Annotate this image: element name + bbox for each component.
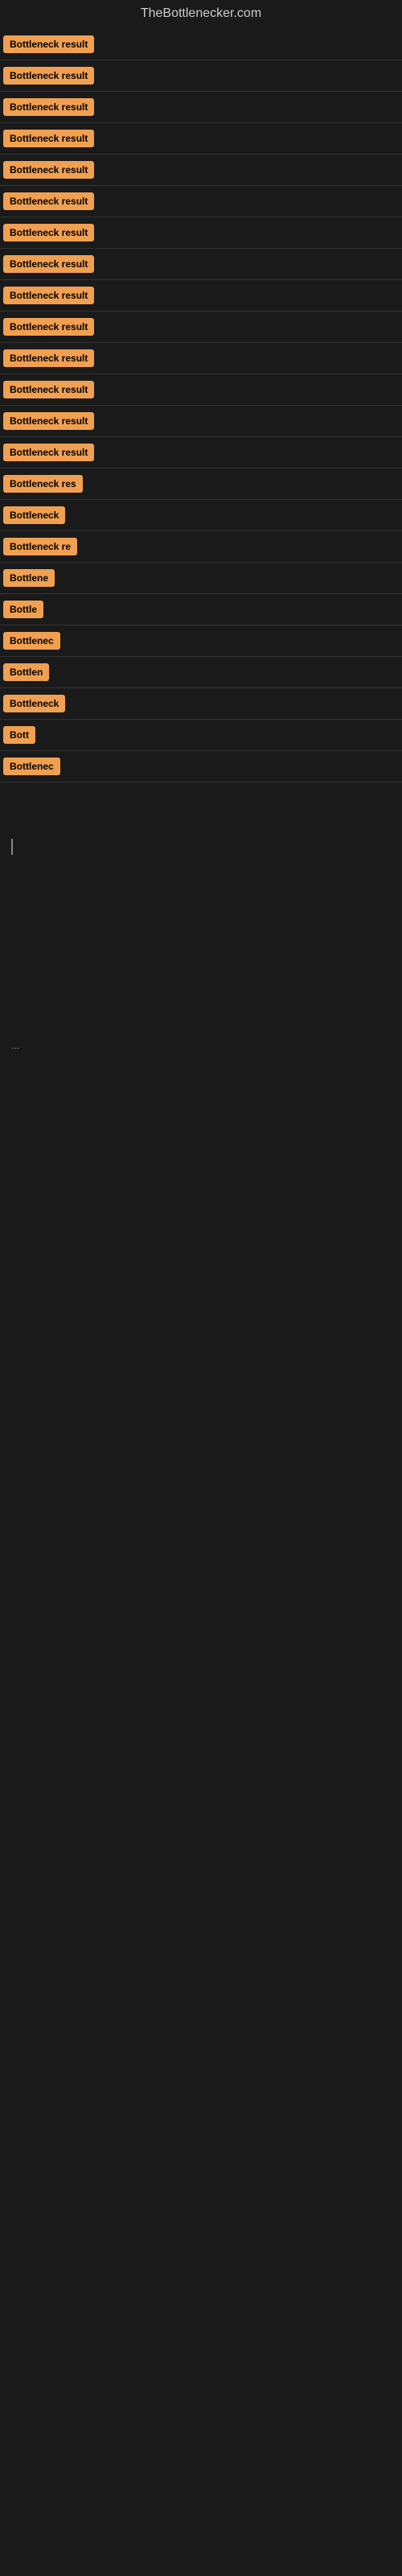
items-container: Bottleneck result Bottleneck result Bott… xyxy=(0,27,402,782)
bottleneck-badge[interactable]: Bottleneck result xyxy=(3,161,94,179)
bottleneck-badge[interactable]: Bottleneck result xyxy=(3,98,94,116)
bottleneck-badge[interactable]: Bottleneck result xyxy=(3,255,94,273)
bottleneck-badge[interactable]: Bottleneck result xyxy=(3,287,94,304)
ellipsis-indicator: ... xyxy=(11,1040,391,1051)
list-item[interactable]: Bottleneck result xyxy=(0,156,402,184)
list-item[interactable]: Bottlenec xyxy=(0,627,402,654)
bottleneck-badge[interactable]: Bottlen xyxy=(3,663,49,681)
list-item[interactable]: Bottleneck result xyxy=(0,439,402,466)
list-item[interactable]: Bottleneck result xyxy=(0,313,402,341)
list-item[interactable]: Bottleneck result xyxy=(0,31,402,58)
bottleneck-badge[interactable]: Bottleneck res xyxy=(3,475,83,493)
page-wrapper: TheBottlenecker.com Bottleneck result Bo… xyxy=(0,0,402,1389)
bottleneck-badge[interactable]: Bottle xyxy=(3,601,43,618)
bottleneck-badge[interactable]: Bottleneck re xyxy=(3,538,77,555)
list-item[interactable]: Bottleneck res xyxy=(0,470,402,497)
list-item[interactable]: Bottleneck result xyxy=(0,93,402,121)
bottleneck-badge[interactable]: Bottleneck result xyxy=(3,67,94,85)
site-title: TheBottlenecker.com xyxy=(0,0,402,27)
bottleneck-badge[interactable]: Bottlene xyxy=(3,569,55,587)
bottleneck-badge[interactable]: Bottleneck result xyxy=(3,412,94,430)
list-item[interactable]: Bott xyxy=(0,721,402,749)
bottleneck-badge[interactable]: Bottleneck result xyxy=(3,318,94,336)
bottleneck-badge[interactable]: Bottleneck result xyxy=(3,381,94,398)
list-item[interactable]: Bottleneck result xyxy=(0,219,402,246)
bottleneck-badge[interactable]: Bottleneck result xyxy=(3,444,94,461)
list-item[interactable]: Bottleneck result xyxy=(0,407,402,435)
bottleneck-badge[interactable]: Bottleneck result xyxy=(3,349,94,367)
list-item[interactable]: Bottleneck re xyxy=(0,533,402,560)
bottleneck-badge[interactable]: Bottlenec xyxy=(3,632,60,650)
bottom-section: ... xyxy=(0,815,402,1389)
list-item[interactable]: Bottle xyxy=(0,596,402,623)
list-item[interactable]: Bottlenec xyxy=(0,753,402,780)
list-item[interactable]: Bottleneck result xyxy=(0,250,402,278)
bottleneck-badge[interactable]: Bottleneck result xyxy=(3,35,94,53)
list-item[interactable]: Bottleneck result xyxy=(0,376,402,403)
bottleneck-badge[interactable]: Bottleneck result xyxy=(3,130,94,147)
list-item[interactable]: Bottleneck result xyxy=(0,282,402,309)
bottleneck-badge[interactable]: Bottlenec xyxy=(3,758,60,775)
bottleneck-badge[interactable]: Bottleneck result xyxy=(3,192,94,210)
list-item[interactable]: Bottleneck result xyxy=(0,345,402,372)
list-item[interactable]: Bottlen xyxy=(0,658,402,686)
list-item[interactable]: Bottleneck result xyxy=(0,125,402,152)
cursor-indicator xyxy=(11,839,13,855)
list-item[interactable]: Bottlene xyxy=(0,564,402,592)
bottleneck-badge[interactable]: Bottleneck xyxy=(3,695,65,712)
bottleneck-badge[interactable]: Bottleneck result xyxy=(3,224,94,242)
list-item[interactable]: Bottleneck xyxy=(0,690,402,717)
list-item[interactable]: Bottleneck result xyxy=(0,188,402,215)
list-item[interactable]: Bottleneck result xyxy=(0,62,402,89)
bottleneck-badge[interactable]: Bottleneck xyxy=(3,506,65,524)
bottleneck-badge[interactable]: Bott xyxy=(3,726,35,744)
list-item[interactable]: Bottleneck xyxy=(0,502,402,529)
site-header: TheBottlenecker.com xyxy=(0,0,402,27)
